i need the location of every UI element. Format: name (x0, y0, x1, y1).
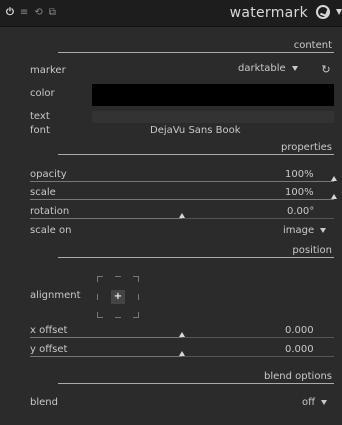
text-label: text (30, 111, 50, 122)
x-offset-slider[interactable] (30, 337, 334, 338)
align-bottom-left[interactable] (97, 312, 103, 318)
rotation-slider[interactable] (30, 218, 334, 219)
marker-value: darktable (238, 63, 286, 74)
alignment-grid[interactable]: + (97, 276, 139, 318)
y-offset-label: y offset (30, 344, 68, 355)
header-icons: ⏻ ≡ ⟲ ⧉ (6, 7, 56, 19)
font-selector[interactable]: DejaVu Sans Book (150, 125, 241, 136)
presets-icon[interactable]: ≡ (20, 7, 28, 19)
blend-label: blend (30, 397, 58, 408)
rotation-label: rotation (30, 206, 70, 217)
scale-value: 100% (285, 187, 314, 198)
scale-label: scale (30, 187, 56, 198)
scale-on-dropdown[interactable]: image (283, 225, 327, 236)
reload-icon[interactable]: ↻ (320, 64, 332, 76)
font-label: font (30, 125, 50, 136)
scale-slider[interactable] (30, 199, 334, 200)
module-logo-icon[interactable] (316, 5, 330, 19)
section-position: position (58, 243, 334, 258)
scale-on-label: scale on (30, 225, 72, 236)
section-properties: properties (58, 140, 334, 155)
x-offset-label: x offset (30, 325, 68, 336)
module-header: ⏻ ≡ ⟲ ⧉ watermark (0, 0, 342, 27)
collapse-arrow-icon[interactable] (336, 9, 342, 15)
dropdown-arrow-icon (320, 227, 327, 233)
dropdown-arrow-icon (321, 399, 328, 405)
color-swatch[interactable] (92, 84, 334, 106)
align-top[interactable] (115, 276, 121, 282)
text-input[interactable] (92, 111, 334, 123)
rotation-slider-handle[interactable] (179, 213, 185, 218)
y-offset-slider-handle[interactable] (179, 351, 185, 356)
module-title: watermark (229, 5, 308, 21)
marker-dropdown[interactable]: darktable (238, 63, 298, 74)
align-right[interactable] (133, 294, 139, 300)
section-blend-options: blend options (58, 369, 334, 384)
blend-value: off (302, 397, 316, 408)
marker-label: marker (30, 65, 66, 76)
x-offset-slider-handle[interactable] (179, 332, 185, 337)
section-position-label: position (292, 245, 332, 256)
align-bottom[interactable] (115, 312, 121, 318)
section-blend-options-label: blend options (264, 371, 332, 382)
scale-slider-handle[interactable] (331, 194, 337, 199)
align-top-right[interactable] (133, 276, 139, 282)
rotation-value: 0.00° (287, 206, 315, 217)
y-offset-value: 0.000 (285, 344, 314, 355)
opacity-value: 100% (285, 169, 314, 180)
section-properties-label: properties (280, 142, 332, 153)
x-offset-value: 0.000 (285, 325, 314, 336)
section-content-label: content (293, 40, 332, 51)
scale-on-value: image (283, 225, 315, 236)
align-top-left[interactable] (97, 276, 103, 282)
dropdown-arrow-icon (291, 65, 298, 71)
color-label: color (30, 88, 55, 99)
opacity-slider[interactable] (30, 181, 334, 182)
blend-dropdown[interactable]: off (302, 397, 328, 408)
section-content: content (58, 38, 334, 53)
align-bottom-right[interactable] (133, 312, 139, 318)
alignment-label: alignment (30, 290, 81, 301)
align-left[interactable] (97, 294, 103, 300)
align-center[interactable]: + (111, 290, 125, 304)
multi-instance-icon[interactable]: ⧉ (49, 7, 56, 19)
reset-icon[interactable]: ⟲ (34, 7, 42, 19)
y-offset-slider[interactable] (30, 356, 334, 357)
opacity-label: opacity (30, 169, 67, 180)
opacity-slider-handle[interactable] (331, 176, 337, 181)
power-icon[interactable]: ⏻ (6, 7, 14, 19)
